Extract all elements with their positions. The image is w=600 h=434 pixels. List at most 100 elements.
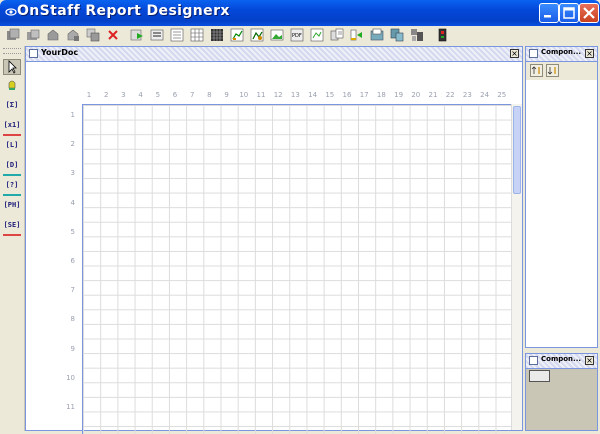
column-number: 9 xyxy=(224,91,229,99)
column-number: 8 xyxy=(207,91,212,99)
sort-up-icon xyxy=(531,66,540,74)
subreport-tool[interactable]: [SE] xyxy=(3,218,21,236)
column-number: 24 xyxy=(480,91,490,99)
column-number: 6 xyxy=(172,91,178,99)
import-icon[interactable] xyxy=(330,28,344,42)
document-icon xyxy=(29,49,38,58)
column-number: 21 xyxy=(428,91,438,99)
column-number: 3 xyxy=(121,91,126,99)
label-tool[interactable]: [L] xyxy=(3,138,21,154)
folder-icon[interactable] xyxy=(370,28,384,42)
sort-down-button[interactable] xyxy=(546,64,559,77)
column-number: 13 xyxy=(290,91,300,99)
document-close-button[interactable]: × xyxy=(510,49,519,58)
row-number: 1 xyxy=(70,111,75,119)
column-number: 5 xyxy=(155,91,161,99)
exit-icon[interactable] xyxy=(436,28,450,42)
document-window: YourDoc × 1 2 3 4 5 6 7 8 9 10 11 12 13 14 15 16 17 18 19 2… xyxy=(25,46,523,434)
component-chip[interactable] xyxy=(529,370,550,382)
form-icon[interactable] xyxy=(170,28,184,42)
components-panel-toolbar xyxy=(526,62,597,80)
tool-palette: [Σ] [x1] [L] [D] [?] [PH] [SE] xyxy=(0,46,25,431)
column-number: 10 xyxy=(239,91,249,99)
document-title-bar: YourDoc × xyxy=(26,47,522,62)
close-button[interactable] xyxy=(579,3,599,23)
svg-text:PDF: PDF xyxy=(292,33,302,39)
new-report-icon[interactable] xyxy=(6,28,20,42)
save-icon[interactable] xyxy=(46,28,60,42)
sort-down-icon xyxy=(547,67,556,75)
sort-up-button[interactable] xyxy=(530,64,543,77)
column-number: 25 xyxy=(497,91,507,99)
table-icon[interactable] xyxy=(190,28,204,42)
maximize-icon xyxy=(563,7,575,19)
select-tool[interactable] xyxy=(3,59,21,75)
document-title: YourDoc xyxy=(41,48,79,57)
minimize-button[interactable] xyxy=(539,3,559,23)
export-icon[interactable]: PDF xyxy=(290,28,304,42)
bell-icon xyxy=(8,80,16,90)
page-setup-icon[interactable] xyxy=(350,28,364,42)
components-panel-bottom: Compon... × xyxy=(525,353,598,431)
components-panel-bottom-close-button[interactable]: × xyxy=(585,356,594,365)
column-number: 2 xyxy=(103,91,109,99)
palette-grip[interactable] xyxy=(3,48,21,54)
column-number: 15 xyxy=(325,91,335,99)
column-number: 18 xyxy=(376,91,386,99)
maximize-button[interactable] xyxy=(559,3,579,23)
date-tool[interactable]: [D] xyxy=(3,158,21,176)
image-icon[interactable] xyxy=(270,28,284,42)
column-number: 20 xyxy=(411,91,421,99)
column-number: 12 xyxy=(273,91,283,99)
preview-icon[interactable] xyxy=(150,28,164,42)
row-number: 7 xyxy=(70,286,75,295)
app-eye-icon xyxy=(5,8,17,16)
copy-icon[interactable] xyxy=(86,28,100,42)
column-number: 23 xyxy=(462,91,472,99)
column-number: 19 xyxy=(394,91,404,99)
open-report-icon[interactable] xyxy=(26,28,40,42)
row-number: 11 xyxy=(66,403,75,411)
column-number: 1 xyxy=(86,91,92,99)
pageheader-tool[interactable]: [PH] xyxy=(3,198,21,214)
delete-icon[interactable] xyxy=(106,28,120,42)
chart-1-icon[interactable] xyxy=(230,28,244,42)
window-title: OnStaff Report Designerx xyxy=(17,3,230,19)
design-grid[interactable] xyxy=(82,104,512,434)
query-tool[interactable]: [?] xyxy=(3,178,21,196)
panel-icon xyxy=(529,49,538,58)
bell-tool[interactable] xyxy=(3,78,21,94)
column-number: 17 xyxy=(359,91,369,99)
frame-icon[interactable] xyxy=(310,28,324,42)
close-icon xyxy=(583,7,595,19)
main-toolbar: PDF xyxy=(0,26,600,46)
column-number: 7 xyxy=(189,91,195,99)
components-panel-bottom-title-bar: Compon... × xyxy=(526,354,597,369)
expr-tool[interactable]: [x1] xyxy=(3,118,21,136)
save-as-icon[interactable] xyxy=(66,28,80,42)
row-number: 5 xyxy=(70,227,75,236)
disk-icon[interactable] xyxy=(390,28,404,42)
title-bar: OnStaff Report Designerx xyxy=(0,0,600,26)
components-panel-top-close-button[interactable]: × xyxy=(585,49,594,58)
run-icon[interactable] xyxy=(130,28,144,42)
column-number: 14 xyxy=(308,91,318,99)
row-number: 2 xyxy=(70,140,75,149)
vertical-scrollbar[interactable] xyxy=(511,104,522,430)
components-panel-top-title-bar: Compon... × xyxy=(526,47,597,62)
grid-icon[interactable] xyxy=(210,28,224,42)
row-number: 10 xyxy=(66,373,75,382)
minimize-icon xyxy=(544,15,551,18)
field-tool[interactable]: [Σ] xyxy=(3,98,21,114)
scroll-thumb[interactable] xyxy=(513,106,521,194)
components-panel-top-title: Compon... xyxy=(541,48,582,56)
arrow-cursor-icon xyxy=(8,60,17,74)
column-number: 22 xyxy=(445,91,455,99)
chart-2-icon[interactable] xyxy=(250,28,264,42)
row-number: 3 xyxy=(70,169,75,178)
settings-icon[interactable] xyxy=(410,28,424,42)
row-number: 9 xyxy=(70,344,75,353)
row-number: 4 xyxy=(70,198,75,207)
components-panel-top: Compon... × xyxy=(525,46,598,348)
column-number: 4 xyxy=(138,91,143,99)
